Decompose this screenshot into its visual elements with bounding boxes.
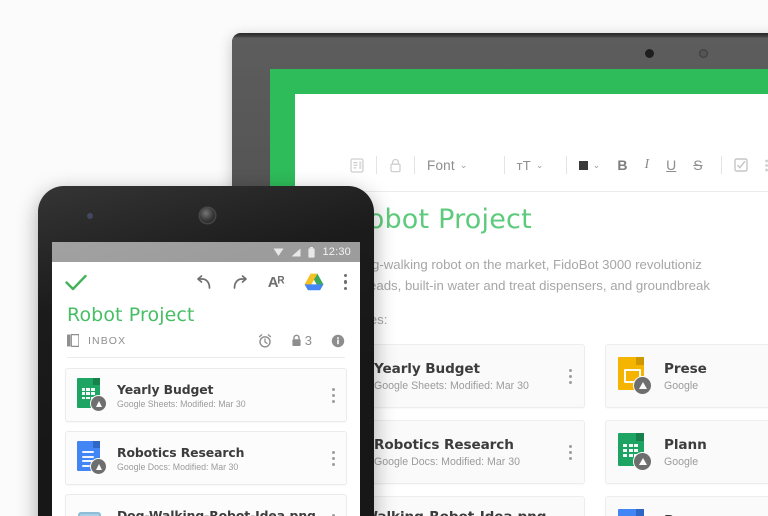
list-item[interactable]: Yearly Budget Google Sheets: Modified: M… [65, 368, 347, 422]
laptop-card-column-right: Prese Google Plann Google [605, 344, 768, 516]
file-meta: Google Sheets: Modified: Mar 30 [117, 398, 246, 409]
underline-button[interactable]: U [666, 157, 676, 173]
drive-badge-icon [90, 395, 107, 412]
overflow-menu-icon[interactable] [331, 387, 335, 403]
drive-badge-icon [90, 458, 107, 475]
bulleted-list-icon[interactable] [764, 159, 768, 172]
checkbox-icon[interactable] [733, 158, 748, 172]
font-dropdown[interactable]: Font ⌄ [427, 158, 468, 173]
laptop-camera-icon [645, 49, 654, 58]
toolbar-divider [376, 156, 377, 174]
table-row[interactable]: Roug Google [605, 496, 768, 516]
chevron-down-icon: ⌄ [535, 159, 544, 170]
cast-icon [273, 248, 284, 257]
file-name: Yearly Budget [374, 360, 480, 377]
list-item[interactable]: Robotics Research Google Docs: Modified:… [65, 431, 347, 485]
google-sheets-icon [77, 378, 107, 412]
list-item[interactable]: Dog-Walking-Robot-Idea.png PNG | 12 Mb [65, 494, 347, 516]
notebook-icon [67, 334, 79, 347]
google-drive-icon[interactable] [304, 273, 324, 291]
color-swatch-icon [578, 160, 588, 170]
signal-icon [291, 248, 301, 257]
google-sheets-icon [618, 433, 652, 471]
laptop-top-edge [232, 33, 768, 38]
alarm-clock-icon[interactable] [258, 333, 272, 348]
overflow-menu-icon[interactable] [343, 273, 347, 291]
file-name: Dog-Walking-Robot-Idea.png [117, 507, 316, 516]
lock-icon[interactable] [389, 158, 402, 173]
toolbar-divider [414, 156, 415, 174]
text-color-dropdown[interactable]: ⌄ [578, 159, 601, 171]
overflow-menu-icon[interactable] [331, 450, 335, 466]
lock-count: 3 [304, 333, 312, 348]
file-meta: Google Docs: Modified: Mar 30 [117, 461, 239, 472]
status-clock: 12:30 [322, 246, 351, 258]
document-title: Robot Project [350, 204, 532, 235]
text-size-dropdown[interactable]: ᴛT ⌄ [517, 158, 544, 173]
document-body-text: t dog-walking robot on the market, FidoB… [350, 254, 768, 296]
file-name: Plann [664, 436, 707, 453]
phone-subheader: INBOX 3 [52, 326, 360, 348]
text-size-label: ᴛT [516, 157, 531, 173]
file-meta: Google [664, 379, 699, 392]
toolbar-divider [565, 156, 567, 174]
toolbar-divider [720, 156, 722, 174]
undo-icon[interactable] [196, 274, 212, 290]
redo-icon[interactable] [232, 274, 248, 290]
google-docs-icon [618, 509, 652, 516]
print-icon[interactable] [350, 157, 364, 173]
document-toolbar[interactable]: Font ⌄ ᴛT ⌄ ⌄ B I U S [295, 146, 768, 184]
overflow-menu-icon[interactable] [568, 444, 572, 460]
lock-icon[interactable]: 3 [291, 333, 312, 348]
drive-badge-icon [633, 452, 652, 471]
document-body-line-2: n treads, built-in water and treat dispe… [350, 278, 710, 293]
bold-button[interactable]: B [617, 157, 627, 173]
scene: Font ⌄ ᴛT ⌄ ⌄ B I U S Robot Project t do… [0, 0, 768, 516]
phone-screen: 12:30 Aᴿ Robot Project INBOX 3 Yearly Bu… [52, 242, 360, 516]
phone-device: 12:30 Aᴿ Robot Project INBOX 3 Yearly Bu… [38, 186, 374, 516]
laptop-sensor-icon [699, 49, 708, 58]
page-title: Robot Project [67, 304, 195, 326]
chevron-down-icon: ⌄ [592, 159, 601, 170]
drive-badge-icon [633, 376, 652, 395]
phone-toolbar: Aᴿ [52, 262, 360, 302]
file-name: Yearly Budget [117, 381, 214, 397]
file-name: Roug [664, 513, 768, 516]
inbox-label: INBOX [88, 334, 127, 347]
google-slides-icon [618, 357, 652, 395]
google-docs-icon [77, 441, 107, 475]
image-file-icon [77, 504, 107, 516]
chevron-down-icon: ⌄ [459, 159, 468, 170]
phone-camera-icon [200, 208, 215, 223]
status-bar: 12:30 [52, 242, 360, 262]
toolbar-divider [503, 156, 505, 174]
toolbar-bottom-divider [350, 191, 768, 192]
info-icon[interactable] [331, 334, 345, 348]
notification-led-icon [87, 213, 93, 219]
table-row[interactable]: Plann Google [605, 420, 768, 484]
format-text-icon[interactable]: Aᴿ [268, 274, 285, 291]
file-name: Robotics Research [374, 436, 514, 453]
file-meta: Google Docs: Modified: Mar 30 [374, 455, 521, 468]
checkmark-icon[interactable] [65, 274, 87, 291]
overflow-menu-icon[interactable] [568, 368, 572, 384]
file-name: Robotics Research [117, 444, 245, 460]
battery-icon [308, 246, 316, 258]
file-meta: Google [664, 455, 699, 468]
table-row[interactable]: Prese Google [605, 344, 768, 408]
document-body-line-1: t dog-walking robot on the market, FidoB… [350, 257, 702, 272]
laptop-file-card-area: Yearly Budget Google Sheets: Modified: M… [315, 344, 768, 516]
file-meta: Google Sheets: Modified: Mar 30 [374, 379, 529, 392]
strikethrough-button[interactable]: S [693, 157, 702, 173]
file-name: Prese [664, 360, 707, 377]
font-label: Font [427, 157, 455, 173]
phone-file-list: Yearly Budget Google Sheets: Modified: M… [52, 358, 360, 516]
italic-button[interactable]: I [645, 157, 650, 173]
